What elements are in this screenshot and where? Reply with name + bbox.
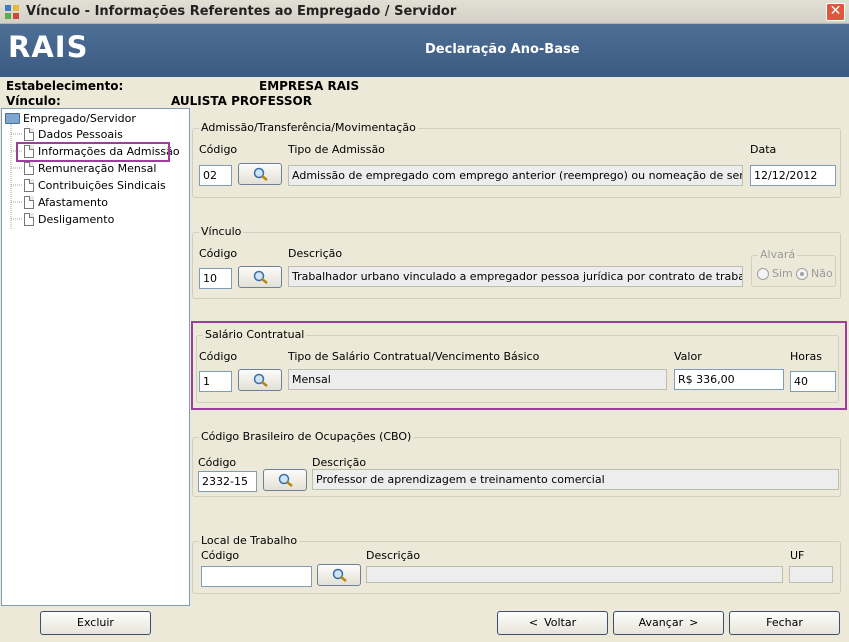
document-icon	[24, 128, 34, 141]
magnifier-icon	[253, 167, 268, 181]
cbo-legend: Código Brasileiro de Ocupações (CBO)	[199, 430, 414, 443]
navigation-tree: Empregado/Servidor Dados Pessoais Inform…	[1, 108, 190, 606]
vinculo-value: AULISTA PROFESSOR	[171, 94, 312, 108]
document-icon	[24, 196, 34, 209]
selected-item-highlight	[16, 142, 170, 162]
vinculo-codigo-input[interactable]: 10	[199, 268, 232, 289]
alvara-nao-radio[interactable]	[796, 268, 808, 280]
document-icon	[24, 162, 34, 175]
cbo-codigo-label: Código	[198, 456, 237, 469]
window-title: Vínculo - Informações Referentes ao Empr…	[26, 4, 457, 19]
magnifier-icon	[278, 473, 293, 487]
local-codigo-label: Código	[201, 549, 240, 562]
excluir-label: Excluir	[77, 616, 114, 629]
alvara-legend: Alvará	[758, 248, 798, 261]
title-bar: Vínculo - Informações Referentes ao Empr…	[0, 0, 849, 24]
admissao-tipo-field: Admissão de empregado com emprego anteri…	[288, 165, 743, 186]
header-banner: RAIS Declaração Ano-Base	[0, 24, 849, 77]
admissao-data-input[interactable]: 12/12/2012	[750, 165, 836, 186]
admissao-legend: Admissão/Transferência/Movimentação	[199, 121, 418, 134]
avancar-button[interactable]: Avançar >	[613, 611, 724, 635]
vinculo-search-button[interactable]	[238, 266, 282, 288]
alvara-sim-radio[interactable]	[757, 268, 769, 280]
fechar-button[interactable]: Fechar	[729, 611, 840, 635]
vinculo-codigo-label: Código	[199, 247, 238, 260]
magnifier-icon	[253, 270, 268, 284]
local-descricao-field	[366, 566, 783, 583]
app-icon	[5, 5, 19, 19]
tree-item-afastamento[interactable]: Afastamento	[38, 196, 108, 209]
admissao-search-button[interactable]	[238, 163, 282, 185]
voltar-button[interactable]: < Voltar	[497, 611, 608, 635]
local-descricao-label: Descrição	[366, 549, 421, 562]
folder-icon	[5, 113, 20, 124]
chevron-right-icon: >	[689, 616, 699, 629]
alvara-nao-label: Não	[811, 267, 833, 280]
cbo-search-button[interactable]	[263, 469, 307, 491]
document-icon	[24, 179, 34, 192]
local-uf-field	[789, 566, 833, 583]
tree-item-desligamento[interactable]: Desligamento	[38, 213, 114, 226]
document-icon	[24, 213, 34, 226]
local-search-button[interactable]	[317, 564, 361, 586]
close-icon: ✕	[829, 3, 842, 19]
cbo-descricao-field: Professor de aprendizagem e treinamento …	[312, 469, 839, 490]
admissao-codigo-label: Código	[199, 143, 238, 156]
salario-highlight	[191, 321, 847, 410]
vinculo-label: Vínculo:	[6, 94, 61, 108]
vinculo-descricao-label: Descrição	[288, 247, 343, 260]
local-uf-label: UF	[790, 549, 805, 562]
tree-item-remuneracao-mensal[interactable]: Remuneração Mensal	[38, 162, 156, 175]
admissao-tipo-label: Tipo de Admissão	[288, 143, 385, 156]
vinculo-descricao-field: Trabalhador urbano vinculado a empregado…	[288, 266, 743, 287]
cbo-descricao-label: Descrição	[312, 456, 367, 469]
avancar-label: Avançar	[638, 616, 684, 629]
local-codigo-input[interactable]	[201, 566, 312, 587]
alvara-sim-label: Sim	[772, 267, 793, 280]
tree-root[interactable]: Empregado/Servidor	[23, 112, 136, 125]
tree-item-contribuicoes-sindicais[interactable]: Contribuições Sindicais	[38, 179, 166, 192]
rais-logo: RAIS	[8, 30, 89, 64]
magnifier-icon	[332, 568, 347, 582]
vinculo-legend: Vínculo	[199, 225, 244, 238]
chevron-left-icon: <	[528, 616, 539, 629]
admissao-codigo-input[interactable]: 02	[199, 165, 232, 186]
banner-title: Declaração Ano-Base	[425, 42, 580, 57]
cbo-codigo-input[interactable]: 2332-15	[198, 471, 257, 492]
local-legend: Local de Trabalho	[199, 534, 300, 547]
estabelecimento-value: EMPRESA RAIS	[259, 79, 360, 93]
excluir-button[interactable]: Excluir	[40, 611, 151, 635]
estabelecimento-label: Estabelecimento:	[6, 79, 124, 93]
fechar-label: Fechar	[766, 616, 803, 629]
admissao-data-label: Data	[750, 143, 777, 156]
tree-item-dados-pessoais[interactable]: Dados Pessoais	[38, 128, 123, 141]
admissao-group: Admissão/Transferência/Movimentação	[192, 121, 841, 198]
close-button[interactable]: ✕	[826, 3, 845, 21]
voltar-label: Voltar	[544, 616, 577, 629]
